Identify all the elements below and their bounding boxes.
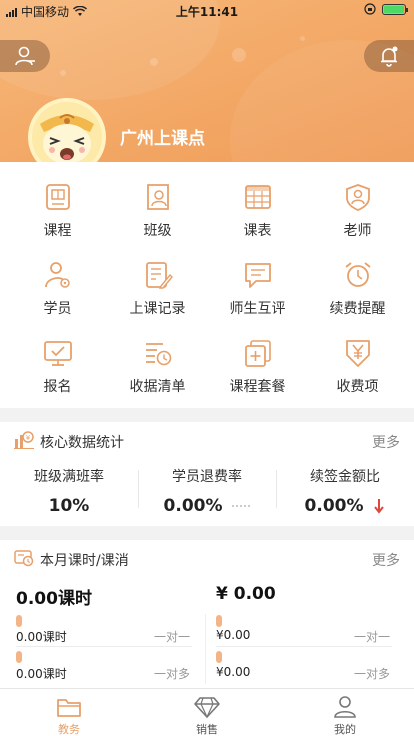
clock: 上午11:41: [175, 5, 239, 19]
class-profile-icon: [146, 184, 169, 210]
profile-switch-button[interactable]: [0, 40, 50, 72]
amount-one-to-one-label: 一对一: [354, 630, 391, 644]
stat-title: 续签金额比: [310, 469, 380, 485]
core-stats-title: 核心数据统计: [40, 435, 124, 451]
hours-one-to-one: 0.00课时: [16, 630, 67, 644]
menu-item-class-profile[interactable]: 班级: [106, 162, 209, 240]
battery-icon: [382, 3, 408, 15]
menu-item-label: 报名: [43, 379, 72, 395]
stat-value: 0.00%: [163, 496, 223, 516]
notification-button[interactable]: [364, 40, 414, 72]
menu-item-label: 师生互评: [229, 301, 286, 317]
menu-item-student[interactable]: 学员: [6, 240, 109, 318]
amount-one-to-one: ¥0.00: [216, 628, 251, 642]
diamond-icon: [194, 697, 220, 719]
bottom-tab-bar: 教务 销售 我的: [0, 688, 414, 736]
alarm-clock-icon: [344, 262, 371, 287]
stat-title: 班级满班率: [34, 469, 104, 485]
core-stats-card: ¥ 核心数据统计 更多 班级满班率 10% 学员退费率 0.00% 续签金额比 …: [0, 422, 414, 526]
monthly-more-link[interactable]: 更多: [372, 550, 400, 570]
tab-label: 教务: [58, 723, 80, 736]
bell-icon: [381, 46, 398, 67]
record-edit-icon: [145, 262, 173, 289]
app-screen: 中国移动 上午11:41 广州上课点 课程 班级 课表 老师 学员 上课记录 师…: [0, 0, 414, 736]
menu-item-yen-tag[interactable]: 收费项: [306, 318, 409, 396]
tab-sales[interactable]: 销售: [138, 689, 276, 736]
timetable-icon: [244, 185, 271, 209]
core-stats-more-link[interactable]: 更多: [372, 432, 400, 452]
menu-item-comment[interactable]: 师生互评: [206, 240, 309, 318]
tab-label: 销售: [196, 723, 218, 736]
down-arrow-icon: [374, 499, 385, 514]
stat-class-fill-rate: 班级满班率 10%: [0, 466, 138, 516]
stat-refund-rate: 学员退费率 0.00%: [138, 466, 276, 516]
stat-value: 0.00%: [304, 496, 364, 516]
hours-one-to-one-label: 一对一: [154, 630, 191, 644]
menu-item-teacher[interactable]: 老师: [306, 162, 409, 240]
tab-label: 我的: [334, 723, 356, 736]
monkey-avatar-icon: [40, 114, 94, 164]
menu-item-label: 老师: [343, 223, 372, 239]
amount-total: ¥ 0.00: [216, 584, 276, 604]
receipt-list-icon: [145, 343, 171, 366]
comment-icon: [244, 263, 271, 288]
menu-item-monitor-check[interactable]: 报名: [6, 318, 109, 396]
stat-renewal-ratio: 续签金额比 0.00%: [276, 466, 414, 516]
menu-item-label: 上课记录: [129, 301, 186, 317]
menu-item-label: 学员: [43, 301, 72, 317]
tab-mine[interactable]: 我的: [276, 689, 414, 736]
monthly-hours-card: 本月课时/课消 更多 0.00课时 ¥ 0.00 0.00课时 一对一 ¥0.0…: [0, 540, 414, 688]
student-icon: [44, 262, 70, 288]
stats-icon: ¥: [14, 431, 34, 449]
orientation-lock-icon: [364, 3, 376, 15]
hours-icon: [14, 550, 34, 567]
user-icon: [15, 46, 35, 66]
hours-one-to-many-label: 一对多: [154, 667, 191, 681]
flat-trend-icon: [232, 504, 251, 508]
menu-item-label: 收费项: [336, 379, 379, 395]
person-icon: [334, 696, 356, 718]
menu-item-label: 课程套餐: [229, 379, 286, 395]
feature-grid: 课程 班级 课表 老师学员 上课记录 师生互评 续费提醒报名 收据清单 课程套餐 收费项: [0, 162, 414, 408]
status-bar: 中国移动 上午11:41: [0, 0, 414, 22]
svg-text:¥: ¥: [26, 434, 31, 442]
package-icon: [244, 340, 271, 367]
hours-total: 0.00课时: [16, 589, 92, 609]
menu-item-book[interactable]: 课程: [6, 162, 109, 240]
menu-item-label: 课表: [243, 223, 272, 239]
amount-one-to-many: ¥0.00: [216, 665, 251, 679]
menu-item-timetable[interactable]: 课表: [206, 162, 309, 240]
stat-value: 10%: [48, 496, 90, 516]
stat-title: 学员退费率: [172, 469, 242, 485]
menu-item-label: 续费提醒: [329, 301, 386, 317]
school-name: 广州上课点: [120, 129, 205, 149]
folder-icon: [57, 699, 81, 717]
menu-item-label: 课程: [43, 223, 72, 239]
menu-item-package[interactable]: 课程套餐: [206, 318, 309, 396]
menu-item-label: 班级: [143, 223, 172, 239]
menu-item-receipt-list[interactable]: 收据清单: [106, 318, 209, 396]
menu-item-record-edit[interactable]: 上课记录: [106, 240, 209, 318]
teacher-icon: [345, 184, 370, 211]
amount-one-to-many-label: 一对多: [354, 667, 391, 681]
tab-academic[interactable]: 教务: [0, 689, 138, 736]
monitor-check-icon: [43, 341, 72, 366]
monthly-title: 本月课时/课消: [40, 553, 129, 569]
menu-item-label: 收据清单: [129, 379, 186, 395]
yen-tag-icon: [345, 340, 370, 367]
hours-one-to-many: 0.00课时: [16, 667, 67, 681]
menu-item-alarm-clock[interactable]: 续费提醒: [306, 240, 409, 318]
book-icon: [45, 184, 70, 210]
